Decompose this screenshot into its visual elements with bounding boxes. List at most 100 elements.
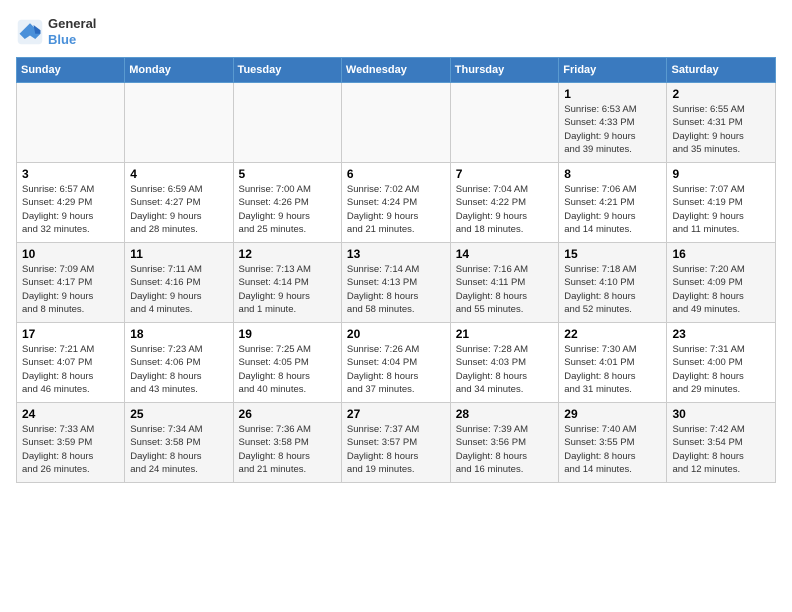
calendar-cell: 19 Sunrise: 7:25 AM Sunset: 4:05 PM Dayli… [233,323,341,403]
day-number: 14 [456,247,554,261]
calendar-cell: 10 Sunrise: 7:09 AM Sunset: 4:17 PM Dayli… [17,243,125,323]
day-info: Sunrise: 6:55 AM Sunset: 4:31 PM Dayligh… [672,103,770,156]
calendar-cell: 14 Sunrise: 7:16 AM Sunset: 4:11 PM Dayli… [450,243,559,323]
day-number: 16 [672,247,770,261]
day-info: Sunrise: 7:11 AM Sunset: 4:16 PM Dayligh… [130,263,227,316]
day-number: 23 [672,327,770,341]
weekday-thursday: Thursday [450,58,559,83]
day-number: 20 [347,327,445,341]
day-number: 11 [130,247,227,261]
day-info: Sunrise: 7:30 AM Sunset: 4:01 PM Dayligh… [564,343,661,396]
day-number: 18 [130,327,227,341]
day-number: 29 [564,407,661,421]
day-info: Sunrise: 7:37 AM Sunset: 3:57 PM Dayligh… [347,423,445,476]
calendar-cell: 9 Sunrise: 7:07 AM Sunset: 4:19 PM Daylig… [667,163,776,243]
calendar-cell: 2 Sunrise: 6:55 AM Sunset: 4:31 PM Daylig… [667,83,776,163]
calendar-cell: 4 Sunrise: 6:59 AM Sunset: 4:27 PM Daylig… [125,163,233,243]
calendar-cell: 26 Sunrise: 7:36 AM Sunset: 3:58 PM Dayli… [233,403,341,483]
day-info: Sunrise: 7:25 AM Sunset: 4:05 PM Dayligh… [239,343,336,396]
day-info: Sunrise: 6:53 AM Sunset: 4:33 PM Dayligh… [564,103,661,156]
day-info: Sunrise: 7:26 AM Sunset: 4:04 PM Dayligh… [347,343,445,396]
day-number: 6 [347,167,445,181]
week-row-3: 10 Sunrise: 7:09 AM Sunset: 4:17 PM Dayli… [17,243,776,323]
day-info: Sunrise: 7:23 AM Sunset: 4:06 PM Dayligh… [130,343,227,396]
day-number: 8 [564,167,661,181]
day-number: 7 [456,167,554,181]
day-info: Sunrise: 7:02 AM Sunset: 4:24 PM Dayligh… [347,183,445,236]
week-row-1: 1 Sunrise: 6:53 AM Sunset: 4:33 PM Daylig… [17,83,776,163]
day-number: 26 [239,407,336,421]
week-row-5: 24 Sunrise: 7:33 AM Sunset: 3:59 PM Dayli… [17,403,776,483]
calendar-cell: 24 Sunrise: 7:33 AM Sunset: 3:59 PM Dayli… [17,403,125,483]
calendar-cell [341,83,450,163]
day-number: 12 [239,247,336,261]
calendar-body: 1 Sunrise: 6:53 AM Sunset: 4:33 PM Daylig… [17,83,776,483]
calendar-cell: 29 Sunrise: 7:40 AM Sunset: 3:55 PM Dayli… [559,403,667,483]
page-header: General Blue [16,16,776,47]
day-info: Sunrise: 7:42 AM Sunset: 3:54 PM Dayligh… [672,423,770,476]
calendar-cell: 16 Sunrise: 7:20 AM Sunset: 4:09 PM Dayli… [667,243,776,323]
day-info: Sunrise: 7:40 AM Sunset: 3:55 PM Dayligh… [564,423,661,476]
day-info: Sunrise: 6:59 AM Sunset: 4:27 PM Dayligh… [130,183,227,236]
calendar-cell: 7 Sunrise: 7:04 AM Sunset: 4:22 PM Daylig… [450,163,559,243]
calendar-cell: 6 Sunrise: 7:02 AM Sunset: 4:24 PM Daylig… [341,163,450,243]
calendar-cell: 23 Sunrise: 7:31 AM Sunset: 4:00 PM Dayli… [667,323,776,403]
day-info: Sunrise: 7:07 AM Sunset: 4:19 PM Dayligh… [672,183,770,236]
day-info: Sunrise: 7:13 AM Sunset: 4:14 PM Dayligh… [239,263,336,316]
day-number: 28 [456,407,554,421]
day-number: 3 [22,167,119,181]
calendar-cell: 21 Sunrise: 7:28 AM Sunset: 4:03 PM Dayli… [450,323,559,403]
calendar-cell [233,83,341,163]
day-info: Sunrise: 7:36 AM Sunset: 3:58 PM Dayligh… [239,423,336,476]
day-number: 13 [347,247,445,261]
weekday-saturday: Saturday [667,58,776,83]
weekday-wednesday: Wednesday [341,58,450,83]
weekday-friday: Friday [559,58,667,83]
calendar-cell: 8 Sunrise: 7:06 AM Sunset: 4:21 PM Daylig… [559,163,667,243]
calendar-cell: 18 Sunrise: 7:23 AM Sunset: 4:06 PM Dayli… [125,323,233,403]
day-info: Sunrise: 7:21 AM Sunset: 4:07 PM Dayligh… [22,343,119,396]
day-info: Sunrise: 7:33 AM Sunset: 3:59 PM Dayligh… [22,423,119,476]
calendar-cell: 30 Sunrise: 7:42 AM Sunset: 3:54 PM Dayli… [667,403,776,483]
day-info: Sunrise: 7:06 AM Sunset: 4:21 PM Dayligh… [564,183,661,236]
day-info: Sunrise: 7:00 AM Sunset: 4:26 PM Dayligh… [239,183,336,236]
day-number: 10 [22,247,119,261]
calendar-table: SundayMondayTuesdayWednesdayThursdayFrid… [16,57,776,483]
day-number: 4 [130,167,227,181]
day-info: Sunrise: 7:28 AM Sunset: 4:03 PM Dayligh… [456,343,554,396]
day-number: 25 [130,407,227,421]
day-number: 5 [239,167,336,181]
day-number: 9 [672,167,770,181]
calendar-cell: 25 Sunrise: 7:34 AM Sunset: 3:58 PM Dayli… [125,403,233,483]
calendar-cell: 17Sunrise: 7:21 AM Sunset: 4:07 PM Dayli… [17,323,125,403]
calendar-cell: 5 Sunrise: 7:00 AM Sunset: 4:26 PM Daylig… [233,163,341,243]
day-number: 24 [22,407,119,421]
weekday-monday: Monday [125,58,233,83]
calendar-cell: 3Sunrise: 6:57 AM Sunset: 4:29 PM Daylig… [17,163,125,243]
day-number: 2 [672,87,770,101]
day-info: Sunrise: 7:18 AM Sunset: 4:10 PM Dayligh… [564,263,661,316]
day-number: 19 [239,327,336,341]
day-info: Sunrise: 7:31 AM Sunset: 4:00 PM Dayligh… [672,343,770,396]
logo: General Blue [16,16,96,47]
day-info: Sunrise: 7:20 AM Sunset: 4:09 PM Dayligh… [672,263,770,316]
logo-text: General Blue [48,16,96,47]
day-info: Sunrise: 7:16 AM Sunset: 4:11 PM Dayligh… [456,263,554,316]
day-info: Sunrise: 7:14 AM Sunset: 4:13 PM Dayligh… [347,263,445,316]
calendar-cell [125,83,233,163]
day-number: 21 [456,327,554,341]
day-number: 15 [564,247,661,261]
day-info: Sunrise: 7:04 AM Sunset: 4:22 PM Dayligh… [456,183,554,236]
day-number: 1 [564,87,661,101]
calendar-cell: 20 Sunrise: 7:26 AM Sunset: 4:04 PM Dayli… [341,323,450,403]
calendar-cell [450,83,559,163]
day-number: 30 [672,407,770,421]
day-info: Sunrise: 7:34 AM Sunset: 3:58 PM Dayligh… [130,423,227,476]
calendar-cell: 28Sunrise: 7:39 AM Sunset: 3:56 PM Dayli… [450,403,559,483]
day-info: Sunrise: 7:09 AM Sunset: 4:17 PM Dayligh… [22,263,119,316]
calendar-cell: 13 Sunrise: 7:14 AM Sunset: 4:13 PM Dayli… [341,243,450,323]
calendar-cell: 1 Sunrise: 6:53 AM Sunset: 4:33 PM Daylig… [559,83,667,163]
week-row-4: 17Sunrise: 7:21 AM Sunset: 4:07 PM Dayli… [17,323,776,403]
weekday-header-row: SundayMondayTuesdayWednesdayThursdayFrid… [17,58,776,83]
logo-icon [16,18,44,46]
